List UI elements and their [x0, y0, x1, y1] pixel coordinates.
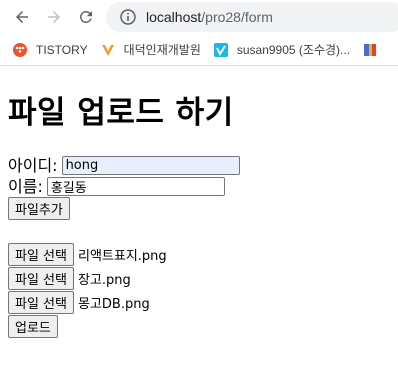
url-host: localhost	[146, 9, 202, 25]
tistory-icon	[12, 42, 28, 58]
bookmark-daedeok[interactable]: 대덕인재개발원	[100, 38, 201, 62]
choose-file-button[interactable]: 파일 선택	[8, 242, 74, 266]
reload-button[interactable]	[74, 5, 98, 29]
file-input-row: 파일 선택 장고.png	[8, 266, 398, 290]
name-input[interactable]	[46, 177, 225, 196]
file-input-row: 파일 선택 리액트표지.png	[8, 242, 398, 266]
name-row: 이름:	[8, 176, 398, 197]
bookmark-tistory[interactable]: TISTORY	[12, 38, 88, 62]
bookmark-book-icon	[362, 42, 378, 58]
bookmark-label: susan9905 (조수경)...	[236, 43, 351, 57]
bookmark-label: TISTORY	[36, 42, 88, 57]
forward-button[interactable]	[42, 5, 66, 29]
selected-file-name: 몽고DB.png	[77, 296, 150, 312]
site-info-icon[interactable]	[120, 9, 136, 25]
id-label: 아이디:	[8, 156, 58, 175]
vimeo-icon	[213, 42, 229, 58]
choose-file-button[interactable]: 파일 선택	[8, 290, 74, 314]
back-button[interactable]	[10, 5, 34, 29]
reload-icon	[80, 11, 92, 23]
bookmark-book[interactable]	[362, 38, 386, 62]
back-arrow-icon	[16, 11, 28, 23]
daedeok-icon	[100, 42, 116, 58]
page-content: 파일 업로드 하기 아이디: 이름: 파일추가 파일 선택 리액트표지.png …	[8, 66, 398, 338]
upload-button[interactable]: 업로드	[8, 315, 58, 338]
add-file-button[interactable]: 파일추가	[8, 197, 70, 220]
selected-file-name: 리액트표지.png	[77, 248, 167, 264]
bookmark-susan[interactable]: susan9905 (조수경)...	[213, 38, 350, 62]
selected-file-name: 장고.png	[77, 272, 131, 288]
browser-toolbar: localhost/pro28/form	[0, 0, 398, 34]
name-label: 이름:	[8, 177, 43, 196]
bookmark-label: 대덕인재개발원	[123, 43, 201, 57]
url-path: /pro28/form	[201, 9, 273, 25]
id-row: 아이디:	[8, 155, 398, 176]
forward-arrow-icon	[48, 11, 60, 23]
id-input[interactable]	[61, 156, 240, 175]
address-bar[interactable]: localhost/pro28/form	[106, 2, 398, 32]
choose-file-button[interactable]: 파일 선택	[8, 266, 74, 290]
file-input-row: 파일 선택 몽고DB.png	[8, 290, 398, 314]
bookmarks-bar: TISTORY 대덕인재개발원 susan9905 (조수경)...	[0, 34, 398, 66]
url-text: localhost/pro28/form	[146, 9, 273, 25]
page-title: 파일 업로드 하기	[8, 95, 234, 131]
